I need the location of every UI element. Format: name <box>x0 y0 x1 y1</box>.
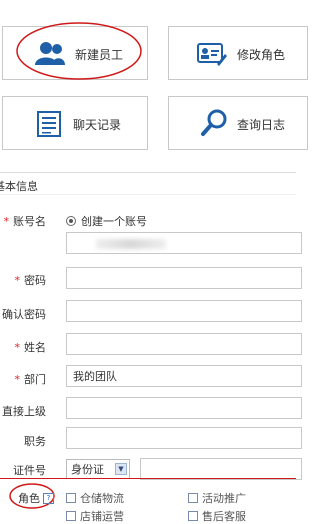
section-divider <box>0 172 296 173</box>
tile-chat-history[interactable]: 聊天记录 <box>2 96 148 150</box>
radio-dot-icon <box>66 216 76 226</box>
confirm-password-label: *确认密码 <box>2 308 46 321</box>
redacted-account <box>96 239 166 249</box>
confirm-password-input[interactable] <box>67 301 301 321</box>
create-account-radio[interactable]: 创建一个账号 <box>66 213 147 229</box>
position-label: 职务 <box>24 435 46 448</box>
tile-edit-role[interactable]: 修改角色 <box>168 26 308 80</box>
annotation-ellipse <box>16 22 142 80</box>
id-number-field[interactable] <box>140 458 302 480</box>
help-icon[interactable]: ? <box>43 492 54 504</box>
supervisor-field[interactable] <box>66 397 302 419</box>
account-label: * 账号名 <box>3 215 47 228</box>
password-field[interactable] <box>66 267 302 289</box>
section-title: 基本信息 <box>0 180 38 193</box>
name-label: * 姓名 <box>14 341 47 354</box>
supervisor-label: 直接上级 <box>2 405 46 418</box>
checkbox-icon <box>66 493 76 503</box>
department-field[interactable] <box>66 365 302 387</box>
section-underline <box>0 194 296 195</box>
role-checkbox[interactable]: 店铺运营 <box>66 508 124 524</box>
tile-label: 查询日志 <box>237 118 286 132</box>
role-checkbox[interactable]: 售后客服 <box>188 508 246 524</box>
magnifier-icon <box>201 109 227 136</box>
role-label: 角色 ? <box>18 490 54 506</box>
password-input[interactable] <box>67 268 301 288</box>
annotation-line <box>0 478 296 479</box>
checkbox-icon <box>188 511 198 521</box>
checkbox-icon <box>66 511 76 521</box>
tile-label: 聊天记录 <box>73 118 122 132</box>
department-label: * 部门 <box>14 373 47 386</box>
department-input[interactable] <box>67 366 301 386</box>
document-list-icon <box>37 111 61 137</box>
role-checkbox[interactable]: 活动推广 <box>188 490 246 506</box>
checkbox-icon <box>188 493 198 503</box>
position-field[interactable] <box>66 427 302 449</box>
id-card-edit-icon <box>197 43 227 66</box>
name-field[interactable] <box>66 333 302 355</box>
tile-label: 修改角色 <box>237 48 286 62</box>
confirm-password-field[interactable] <box>66 300 302 322</box>
name-input[interactable] <box>67 334 301 354</box>
tile-query-log[interactable]: 查询日志 <box>168 96 308 150</box>
chevron-down-icon: ▼ <box>115 463 127 475</box>
supervisor-input[interactable] <box>67 398 301 418</box>
password-label: * 密码 <box>14 274 47 287</box>
id-type-select[interactable]: 身份证 ▼ <box>66 459 130 479</box>
id-number-input[interactable] <box>141 459 301 479</box>
id-number-label: 证件号 <box>13 464 46 477</box>
role-checkbox[interactable]: 仓储物流 <box>66 490 124 506</box>
position-input[interactable] <box>67 428 301 448</box>
